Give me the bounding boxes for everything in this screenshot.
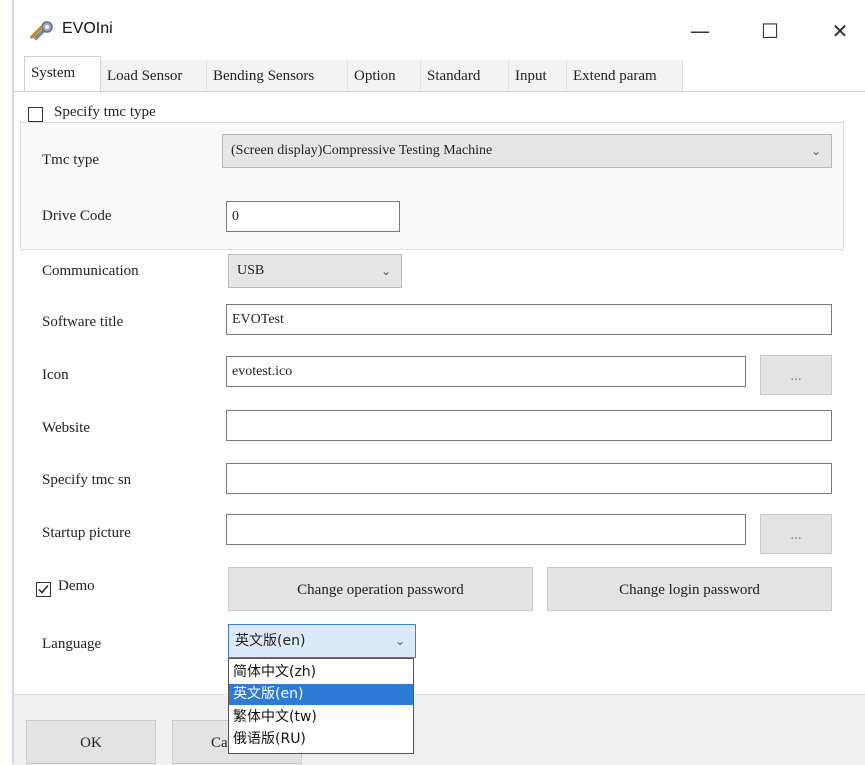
language-option-zh[interactable]: 简体中文(zh) bbox=[229, 662, 413, 683]
change-operation-password-button[interactable]: Change operation password bbox=[228, 567, 533, 611]
window-title: EVOIni bbox=[62, 20, 113, 37]
tab-standard[interactable]: Standard bbox=[421, 60, 509, 92]
communication-select[interactable]: USB ⌄ bbox=[228, 254, 402, 288]
tab-system[interactable]: System bbox=[24, 56, 101, 93]
tab-strip: System Load Sensor Bending Sensors Optio… bbox=[14, 56, 865, 93]
tmc-type-select[interactable]: (Screen display)Compressive Testing Mach… bbox=[222, 134, 832, 168]
startup-picture-input[interactable] bbox=[226, 514, 746, 545]
tab-load-sensor[interactable]: Load Sensor bbox=[101, 60, 207, 92]
maximize-button[interactable]: ☐ bbox=[750, 14, 790, 48]
icon-browse-button[interactable]: ... bbox=[760, 355, 832, 395]
close-button[interactable]: ✕ bbox=[820, 14, 860, 48]
drive-code-input[interactable]: 0 bbox=[226, 201, 400, 232]
tab-bending-sensors[interactable]: Bending Sensors bbox=[207, 60, 348, 92]
specify-tmc-sn-input[interactable] bbox=[226, 463, 832, 494]
title-bar bbox=[14, 0, 865, 56]
tab-input[interactable]: Input bbox=[509, 60, 567, 92]
website-label: Website bbox=[42, 420, 90, 436]
tmc-type-value: (Screen display)Compressive Testing Mach… bbox=[231, 143, 493, 158]
tab-option[interactable]: Option bbox=[348, 60, 421, 92]
language-dropdown-list: 简体中文(zh) 英文版(en) 繁体中文(tw) 俄语版(RU) bbox=[228, 658, 414, 754]
maximize-icon: ☐ bbox=[761, 19, 779, 43]
specify-tmc-type-label: Specify tmc type bbox=[50, 104, 160, 121]
language-option-ru[interactable]: 俄语版(RU) bbox=[229, 729, 413, 750]
demo-checkbox[interactable] bbox=[36, 582, 51, 597]
specify-tmc-sn-label: Specify tmc sn bbox=[42, 472, 132, 488]
communication-value: USB bbox=[237, 263, 265, 278]
startup-picture-label: Startup picture bbox=[42, 525, 131, 541]
tools-icon bbox=[29, 20, 56, 46]
minimize-button[interactable]: — bbox=[680, 14, 720, 48]
tmc-type-label: Tmc type bbox=[42, 152, 100, 168]
software-title-label: Software title bbox=[42, 314, 124, 330]
demo-label: Demo bbox=[58, 578, 95, 594]
minimize-icon: — bbox=[690, 19, 710, 43]
chevron-down-icon: ⌄ bbox=[810, 144, 821, 158]
language-label: Language bbox=[42, 636, 102, 652]
tab-extend-param[interactable]: Extend param bbox=[567, 60, 683, 92]
language-option-en[interactable]: 英文版(en) bbox=[229, 684, 413, 705]
ok-button[interactable]: OK bbox=[26, 720, 156, 764]
check-icon bbox=[38, 585, 49, 594]
change-login-password-button[interactable]: Change login password bbox=[547, 567, 832, 611]
communication-label: Communication bbox=[42, 263, 139, 279]
language-option-tw[interactable]: 繁体中文(tw) bbox=[229, 707, 413, 728]
drive-code-label: Drive Code bbox=[42, 208, 112, 224]
language-value: 英文版(en) bbox=[235, 633, 306, 649]
icon-label: Icon bbox=[42, 367, 69, 383]
specify-tmc-type-checkbox[interactable] bbox=[28, 107, 43, 122]
chevron-down-icon: ⌄ bbox=[394, 634, 405, 648]
chevron-down-icon: ⌄ bbox=[380, 264, 391, 278]
close-icon: ✕ bbox=[831, 19, 849, 43]
icon-input[interactable]: evotest.ico bbox=[226, 356, 746, 387]
website-input[interactable] bbox=[226, 410, 832, 441]
language-select[interactable]: 英文版(en) ⌄ bbox=[228, 624, 416, 658]
startup-picture-browse-button[interactable]: ... bbox=[760, 514, 832, 554]
software-title-input[interactable]: EVOTest bbox=[226, 304, 832, 335]
